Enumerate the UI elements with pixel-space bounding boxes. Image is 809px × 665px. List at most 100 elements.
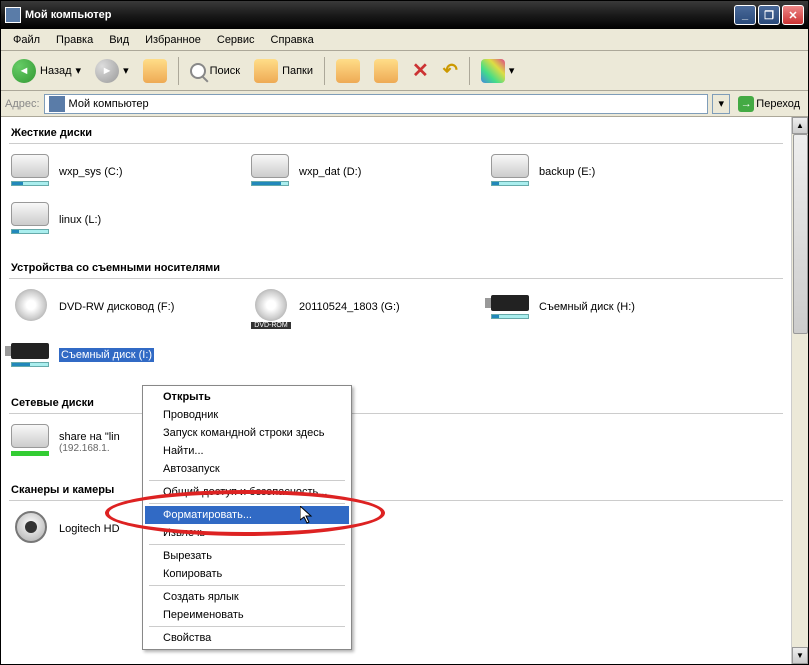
titlebar: Мой компьютер _ ❐ ✕ (1, 1, 808, 29)
delete-button[interactable]: ✕ (407, 55, 434, 86)
separator (469, 57, 470, 85)
undo-button[interactable]: ↶ (438, 57, 463, 84)
window-title: Мой компьютер (25, 9, 732, 21)
folders-icon (254, 59, 278, 83)
content-area: Жесткие диски wxp_sys (C:) wxp_dat (D:) … (1, 117, 808, 664)
usb-icon (11, 337, 51, 373)
search-icon (190, 63, 206, 79)
address-input[interactable]: Мой компьютер (44, 94, 709, 114)
forward-arrow-icon: ► (95, 59, 119, 83)
ctx-copy[interactable]: Копировать (145, 565, 349, 583)
separator (149, 544, 345, 545)
separator (178, 57, 179, 85)
ctx-format[interactable]: Форматировать... (145, 506, 349, 524)
dvdrom-icon: DVD-ROM (251, 289, 291, 325)
address-value: Мой компьютер (69, 98, 149, 110)
section-hdd: Жесткие диски (9, 121, 783, 144)
network-drive-icon (11, 424, 51, 460)
menu-help[interactable]: Справка (263, 32, 322, 48)
section-removable: Устройства со съемными носителями (9, 256, 783, 279)
menu-view[interactable]: Вид (101, 32, 137, 48)
hdd-items: wxp_sys (C:) wxp_dat (D:) backup (E:) li… (9, 152, 783, 240)
move-to-icon (336, 59, 360, 83)
scanner-items: Logitech HD (9, 509, 783, 549)
back-button[interactable]: ◄ Назад ▾ (7, 56, 86, 86)
hdd-icon (11, 202, 51, 238)
go-button[interactable]: → Переход (734, 96, 804, 112)
ctx-find[interactable]: Найти... (145, 442, 349, 460)
hdd-icon (11, 154, 51, 190)
toolbar: ◄ Назад ▾ ► ▾ Поиск Папки ✕ ↶ ▾ (1, 51, 808, 91)
ctx-eject[interactable]: Извлечь (145, 524, 349, 542)
copy-to-icon (374, 59, 398, 83)
separator (324, 57, 325, 85)
hdd-icon (491, 154, 531, 190)
drive-h-usb[interactable]: Съемный диск (H:) (489, 287, 689, 327)
views-button[interactable]: ▾ (476, 56, 520, 86)
ctx-explorer[interactable]: Проводник (145, 406, 349, 424)
scroll-thumb[interactable] (793, 134, 808, 334)
menu-edit[interactable]: Правка (48, 32, 101, 48)
ctx-open[interactable]: Открыть (145, 388, 349, 406)
scroll-down-button[interactable]: ▼ (792, 647, 808, 664)
drive-f-dvdrw[interactable]: DVD-RW дисковод (F:) (9, 287, 209, 327)
folders-button[interactable]: Папки (249, 56, 318, 86)
minimize-button[interactable]: _ (734, 5, 756, 25)
views-icon (481, 59, 505, 83)
up-button[interactable] (138, 56, 172, 86)
content-pane[interactable]: Жесткие диски wxp_sys (C:) wxp_dat (D:) … (1, 117, 791, 664)
undo-icon: ↶ (443, 60, 458, 81)
menu-tools[interactable]: Сервис (209, 32, 263, 48)
ctx-sharing[interactable]: Общий доступ и безопасность... (145, 483, 349, 501)
ctx-rename[interactable]: Переименовать (145, 606, 349, 624)
search-button[interactable]: Поиск (185, 60, 245, 82)
separator (149, 585, 345, 586)
drive-l[interactable]: linux (L:) (9, 200, 209, 240)
folder-up-icon (143, 59, 167, 83)
ctx-shortcut[interactable]: Создать ярлык (145, 588, 349, 606)
section-scanners: Сканеры и камеры (9, 478, 783, 501)
menubar: Файл Правка Вид Избранное Сервис Справка (1, 29, 808, 51)
forward-button[interactable]: ► ▾ (90, 56, 134, 86)
drive-e[interactable]: backup (E:) (489, 152, 689, 192)
addressbar: Адрес: Мой компьютер ▾ → Переход (1, 91, 808, 117)
maximize-button[interactable]: ❐ (758, 5, 780, 25)
ctx-cut[interactable]: Вырезать (145, 547, 349, 565)
close-button[interactable]: ✕ (782, 5, 804, 25)
removable-items: DVD-RW дисковод (F:) DVD-ROM 20110524_18… (9, 287, 783, 375)
dvd-icon (11, 289, 51, 325)
ctx-properties[interactable]: Свойства (145, 629, 349, 647)
copy-to-button[interactable] (369, 56, 403, 86)
menu-favorites[interactable]: Избранное (137, 32, 209, 48)
move-to-button[interactable] (331, 56, 365, 86)
explorer-window: Мой компьютер _ ❐ ✕ Файл Правка Вид Избр… (0, 0, 809, 665)
chevron-down-icon: ▾ (509, 64, 515, 77)
scroll-up-button[interactable]: ▲ (792, 117, 808, 134)
context-menu: Открыть Проводник Запуск командной строк… (142, 385, 352, 650)
delete-icon: ✕ (412, 58, 429, 83)
chevron-down-icon: ▾ (123, 64, 129, 77)
webcam-icon (11, 511, 51, 547)
separator (149, 626, 345, 627)
address-dropdown[interactable]: ▾ (712, 94, 730, 114)
separator (149, 503, 345, 504)
network-items: share на "lin (192.168.1. (9, 422, 783, 462)
drive-d[interactable]: wxp_dat (D:) (249, 152, 449, 192)
computer-icon (49, 96, 65, 112)
drive-c[interactable]: wxp_sys (C:) (9, 152, 209, 192)
back-arrow-icon: ◄ (12, 59, 36, 83)
hdd-icon (251, 154, 291, 190)
drive-i-usb[interactable]: Съемный диск (I:) (9, 335, 209, 375)
separator (149, 480, 345, 481)
drive-g-dvdrom[interactable]: DVD-ROM 20110524_1803 (G:) (249, 287, 449, 327)
ctx-autorun[interactable]: Автозапуск (145, 460, 349, 478)
go-arrow-icon: → (738, 96, 754, 112)
menu-file[interactable]: Файл (5, 32, 48, 48)
ctx-cmd[interactable]: Запуск командной строки здесь (145, 424, 349, 442)
address-label: Адрес: (5, 98, 40, 110)
usb-icon (491, 289, 531, 325)
chevron-down-icon: ▾ (76, 64, 82, 77)
vertical-scrollbar[interactable]: ▲ ▼ (791, 117, 808, 664)
computer-icon (5, 7, 21, 23)
section-network: Сетевые диски (9, 391, 783, 414)
